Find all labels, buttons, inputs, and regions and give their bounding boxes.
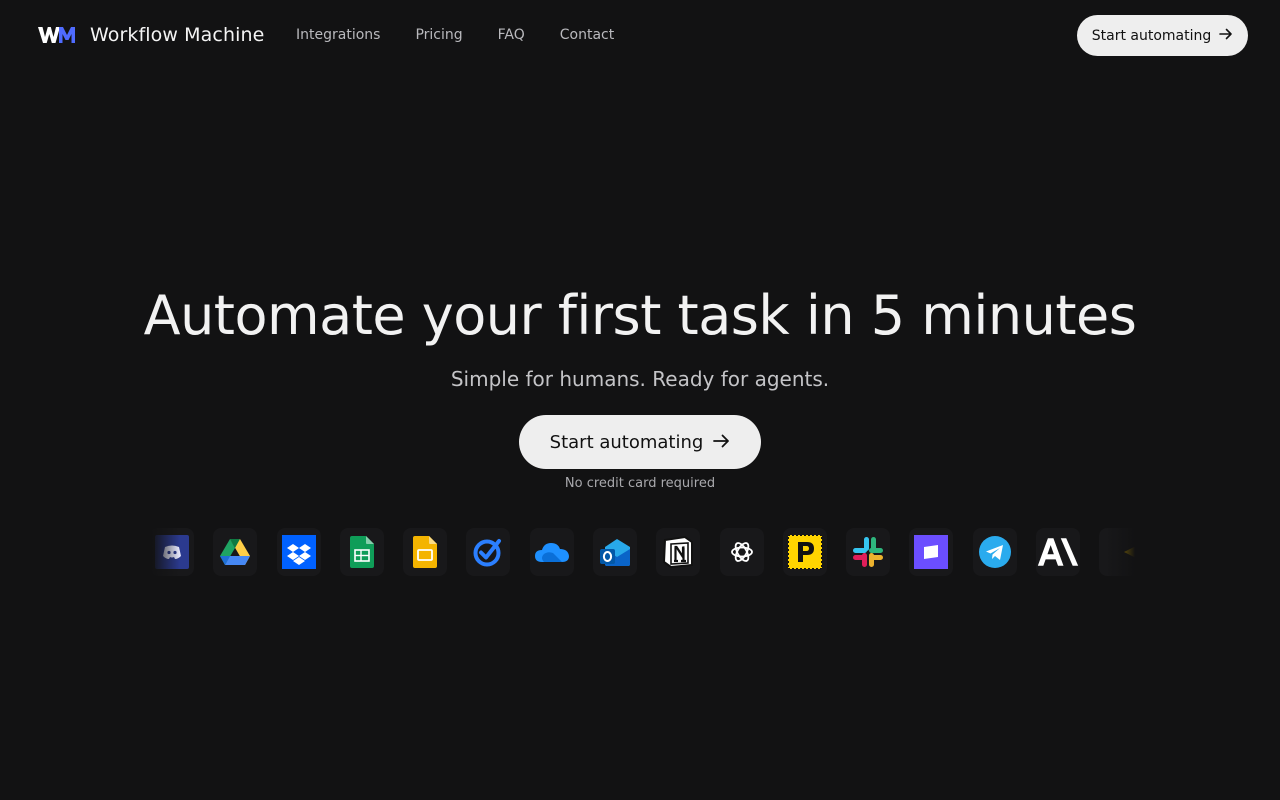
- product-hunt-p-icon: [783, 528, 827, 576]
- site-header: Workflow Machine Integrations Pricing FA…: [0, 0, 1280, 72]
- todo-check-icon: [466, 528, 510, 576]
- logo-link[interactable]: Workflow Machine: [38, 24, 264, 46]
- hero-start-automating-button[interactable]: Start automating: [519, 415, 761, 469]
- hero-subtitle: Simple for humans. Ready for agents.: [450, 367, 830, 391]
- nav-link-contact[interactable]: Contact: [560, 27, 614, 43]
- slack-icon: [846, 528, 890, 576]
- notion-icon: [656, 528, 700, 576]
- onedrive-icon: [530, 528, 574, 576]
- partial-icon: [1099, 528, 1135, 576]
- arrow-right-icon: [1219, 28, 1233, 44]
- nav-link-faq[interactable]: FAQ: [498, 27, 525, 43]
- nav-link-pricing[interactable]: Pricing: [415, 27, 462, 43]
- nav-link-integrations[interactable]: Integrations: [296, 27, 380, 43]
- anthropic-icon: [1036, 528, 1080, 576]
- openai-icon: [720, 528, 764, 576]
- no-credit-card-note: No credit card required: [564, 476, 716, 491]
- telegram-icon: [973, 528, 1017, 576]
- header-cta-label: Start automating: [1091, 27, 1212, 44]
- outlook-icon: [593, 528, 637, 576]
- chat-square-icon: [909, 528, 953, 576]
- discord-icon: [150, 528, 194, 576]
- google-sheets-icon: [340, 528, 384, 576]
- hero-title: Automate your first task in 5 minutes: [143, 284, 1137, 347]
- integrations-strip: [150, 528, 1135, 576]
- arrow-right-icon: [713, 432, 730, 453]
- brand-name: Workflow Machine: [90, 24, 265, 46]
- google-drive-icon: [213, 528, 257, 576]
- header-start-automating-button[interactable]: Start automating: [1077, 15, 1248, 56]
- wm-logo-icon: [38, 24, 76, 46]
- google-slides-icon: [403, 528, 447, 576]
- main-nav: Integrations Pricing FAQ Contact: [296, 27, 649, 43]
- hero-cta-label: Start automating: [549, 431, 704, 453]
- dropbox-icon: [277, 528, 321, 576]
